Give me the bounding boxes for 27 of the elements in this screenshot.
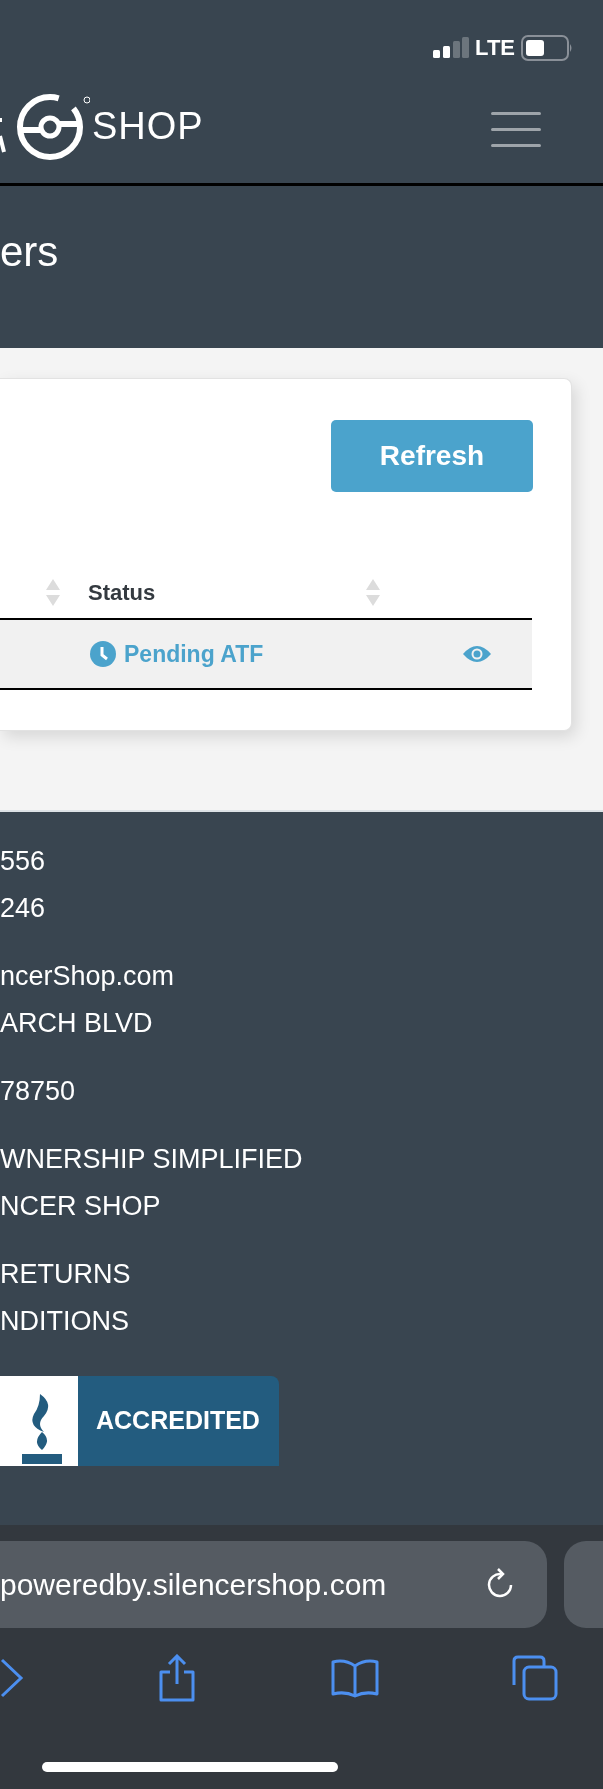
tabs-icon[interactable] bbox=[512, 1655, 558, 1701]
status-text: Pending ATF bbox=[124, 640, 264, 668]
badge-text: ACCREDITED bbox=[96, 1406, 260, 1436]
logo-text: SHOP bbox=[92, 105, 204, 148]
forward-icon[interactable] bbox=[0, 1658, 24, 1698]
share-icon[interactable] bbox=[157, 1654, 198, 1702]
address-bar[interactable]: poweredby.silencershop.com bbox=[0, 1541, 547, 1628]
signal-icon bbox=[433, 37, 470, 59]
footer-text: NDITIONS bbox=[0, 1305, 130, 1338]
eye-icon[interactable] bbox=[462, 644, 492, 664]
page-title: ers bbox=[0, 228, 59, 277]
url-text: poweredby.silencershop.com bbox=[0, 1567, 387, 1602]
footer-text: 246 bbox=[0, 892, 47, 925]
footer-text: RETURNS bbox=[0, 1258, 132, 1291]
bookmarks-icon[interactable] bbox=[330, 1658, 379, 1698]
footer-text: NCER SHOP bbox=[0, 1190, 162, 1223]
footer-text: WNERSHIP SIMPLIFIED bbox=[0, 1143, 304, 1176]
column-header[interactable]: Status bbox=[88, 580, 366, 606]
footer-text: ARCH BLVD bbox=[0, 1007, 154, 1040]
footer-text: ncerShop.com bbox=[0, 960, 176, 993]
logo-icon bbox=[0, 91, 90, 162]
footer-text: 78750 bbox=[0, 1075, 77, 1108]
network-label: LTE bbox=[475, 35, 515, 61]
menu-icon bbox=[491, 111, 541, 148]
clock-icon bbox=[90, 641, 116, 667]
footer-text: 556 bbox=[0, 845, 47, 878]
battery-icon bbox=[521, 35, 573, 61]
